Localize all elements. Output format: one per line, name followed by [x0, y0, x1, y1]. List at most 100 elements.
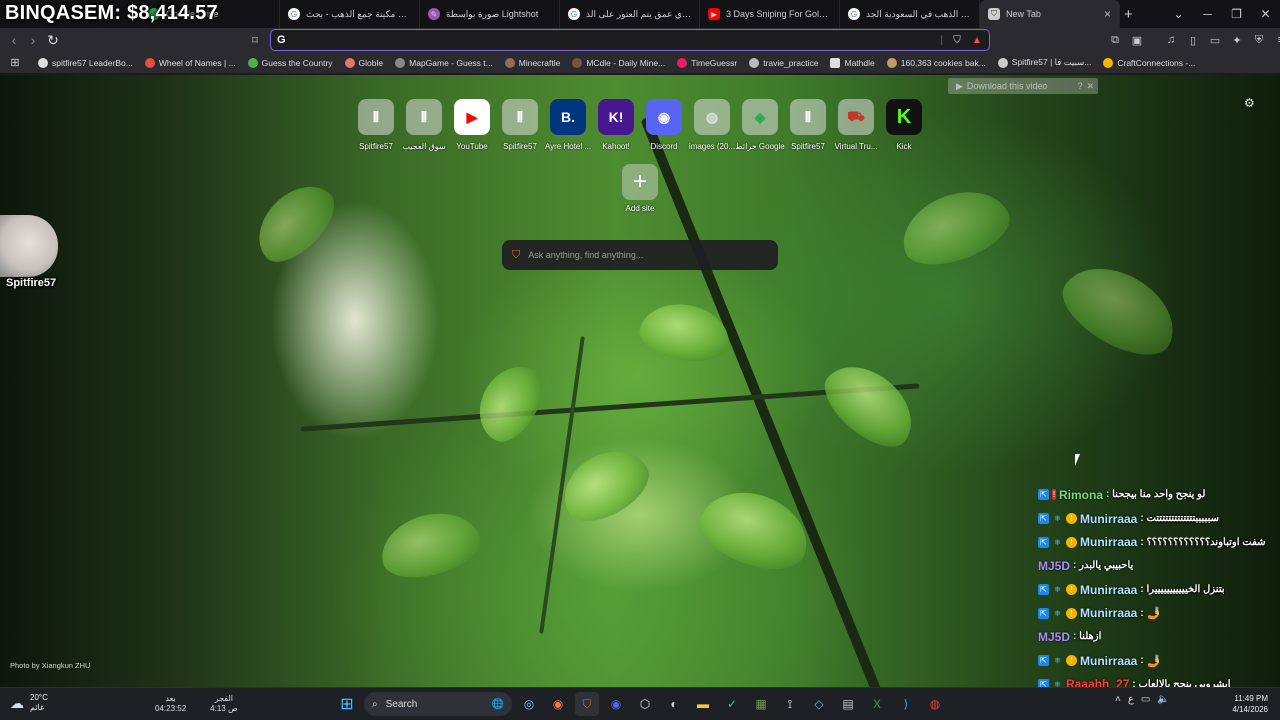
brave-icon[interactable]: ⛉	[575, 692, 599, 716]
calculator-icon[interactable]: ▤	[836, 692, 860, 716]
bookmark-favicon-icon	[38, 57, 48, 68]
brave-rewards-icon[interactable]: ▲	[971, 34, 983, 46]
shortcut-spitfire57[interactable]: ⫴ Spitfire57	[784, 99, 832, 151]
windows-start-icon[interactable]: ⊞	[335, 692, 359, 716]
photo-credit[interactable]: Photo by Xiangkun ZHU	[10, 661, 90, 670]
add-shortcut-button[interactable]: + Add site	[620, 164, 660, 213]
shortcut-discord[interactable]: ◉ Discord	[640, 99, 688, 151]
tab-google-search-gold-machine[interactable]: G مكينة جمع الذهب - بحث Google	[280, 0, 420, 28]
sidebar-icon[interactable]: ▯	[1184, 30, 1202, 50]
bookmark-item[interactable]: travie_practice	[749, 57, 819, 68]
github-copilot-icon[interactable]: ⟟	[778, 692, 802, 716]
extensions-icon[interactable]: ⧉	[1106, 30, 1124, 50]
bookmark-item[interactable]: Globle	[344, 57, 383, 68]
bookmark-item[interactable]: Minecraftle	[504, 57, 560, 68]
tab-title: صورة بواسطة Lightshot	[446, 8, 539, 19]
dev-app-icon[interactable]: ◇	[807, 692, 831, 716]
shortcut-google-maps[interactable]: ◆ خرائط Google	[735, 99, 785, 151]
tab-new-tab[interactable]: ⛉ New Tab ×	[980, 0, 1120, 28]
gear-icon[interactable]: ⚙	[1244, 96, 1255, 110]
search-icon: ⌕	[372, 698, 378, 710]
kick-badge-icon: ⇱	[1038, 655, 1049, 667]
close-icon[interactable]: ✕	[1086, 81, 1094, 92]
shortcut-spitfire57[interactable]: ⫴ Spitfire57	[496, 99, 544, 151]
steam-icon[interactable]: ◐	[662, 692, 686, 716]
chrome-icon[interactable]: ◍	[923, 692, 947, 716]
vs-code-insiders-icon[interactable]: ✓	[720, 692, 744, 716]
bookmark-item[interactable]: MCdle - Daily Mine...	[572, 57, 665, 68]
obs-icon[interactable]: ⬡	[633, 692, 657, 716]
close-tab-icon[interactable]: ×	[1104, 7, 1111, 21]
screenshot-icon[interactable]: ▣	[1128, 30, 1146, 50]
close-window-icon[interactable]: ✕	[1251, 0, 1280, 28]
bookmark-item[interactable]: MapGame - Guess t...	[395, 57, 493, 68]
shortcut-kahoot[interactable]: K! Kahoot!	[592, 99, 640, 151]
taskbar-search[interactable]: ⌕ Search 🌐	[364, 692, 512, 716]
wallet-icon[interactable]: ▭	[1206, 30, 1224, 50]
bookmark-item[interactable]: Guess the Country	[247, 57, 333, 68]
shortcut-youtube[interactable]: ▶ YouTube	[448, 99, 496, 151]
help-icon[interactable]: ?	[1077, 81, 1082, 91]
shortcut-booking[interactable]: B. Ayre Hotel ...	[544, 99, 592, 151]
volume-icon[interactable]: 🔈	[1157, 694, 1169, 705]
kick-badge-icon: ⇱	[1038, 489, 1049, 501]
apps-grid-icon[interactable]: ⊞	[6, 56, 24, 69]
weather-widget[interactable]: ☁ 20°C غائم	[10, 693, 48, 713]
bookmark-item[interactable]: Mathdle	[830, 57, 875, 68]
copilot-icon[interactable]: ◎	[517, 692, 541, 716]
forward-icon[interactable]: ›	[23, 30, 43, 50]
bookmark-item[interactable]: Spitfire57 | سبيت فا...	[997, 57, 1091, 68]
bookmark-label: CraftConnections -...	[1117, 57, 1196, 68]
bookmark-item[interactable]: CraftConnections -...	[1103, 57, 1196, 68]
address-bar[interactable]: G | ⛉ ▲	[270, 29, 990, 51]
tab-lightshot[interactable]: ✎ صورة بواسطة Lightshot	[420, 0, 560, 28]
shortcut-souq[interactable]: ⫴ سوق العجيب	[400, 99, 448, 151]
new-tab-button[interactable]: +	[1124, 6, 1133, 23]
prayer-times-widget[interactable]: بعد 04:23:52 الفجر 4:13 ص	[155, 694, 238, 714]
shortcut-kick[interactable]: K Kick	[880, 99, 928, 151]
tab-search-icon[interactable]: ⌄	[1164, 0, 1193, 28]
firefox-icon[interactable]: ◉	[546, 692, 570, 716]
tab-google-search-depth[interactable]: G على اي عمق يتم العثور على الذ	[560, 0, 700, 28]
discord-icon[interactable]: ◉	[604, 692, 628, 716]
minecraft-icon[interactable]: ▦	[749, 692, 773, 716]
shortcut-spitfire57[interactable]: ⫴ Spitfire57	[352, 99, 400, 151]
system-clock[interactable]: 11:49 PM 4/14/2026	[1222, 693, 1268, 715]
menu-icon[interactable]: ≡	[1272, 30, 1280, 50]
shortcut-virtual-trucker[interactable]: ⛟ Virtual Tru...	[832, 99, 880, 151]
excel-icon[interactable]: X	[865, 692, 889, 716]
brave-shield-icon[interactable]: ⛉	[951, 34, 963, 46]
bookmark-item[interactable]: Wheel of Names | ...	[144, 57, 236, 68]
tab-youtube-sniping[interactable]: ▶ 3 Days Sniping For Gold And	[700, 0, 840, 28]
file-explorer-icon[interactable]: ▬	[691, 692, 715, 716]
bookmark-item[interactable]: 160,363 cookies bak...	[886, 57, 986, 68]
vs-code-icon[interactable]: ⟩	[894, 692, 918, 716]
network-icon[interactable]: ▭	[1141, 694, 1150, 705]
media-icon[interactable]: ♫	[1162, 30, 1180, 50]
minimize-icon[interactable]: ─	[1193, 0, 1222, 28]
download-video-button[interactable]: ▶ Download this video ? ✕	[948, 78, 1098, 94]
cloud-icon: ☁	[10, 694, 24, 711]
leo-ai-icon[interactable]: ✦	[1228, 30, 1246, 50]
search-box[interactable]: ⛉	[502, 240, 778, 270]
restore-icon[interactable]: ❐	[1222, 0, 1251, 28]
bookmark-favicon-icon	[677, 57, 688, 68]
bookmarks-bar: ⊞ spitfire57 LeaderBo... Wheel of Names …	[0, 52, 1280, 74]
bookmark-icon[interactable]: ⌑	[245, 30, 265, 50]
bookmark-item[interactable]: spitfire57 LeaderBo...	[38, 57, 133, 68]
bookmark-item[interactable]: TimeGuessr	[677, 57, 737, 68]
chat-overlay: ⇱! Rimona: لو ينجح واحد منا بيجحنا ⇱ ❄! Mun…	[1038, 483, 1280, 687]
search-input[interactable]	[528, 250, 768, 260]
tab-list: Google Drive Gمكينة جمع الذهب - بحث Goog…	[140, 0, 1120, 28]
bookmark-label: travie_practice	[763, 57, 819, 68]
vpn-icon[interactable]: ⛨	[1250, 30, 1268, 50]
address-input[interactable]	[291, 34, 941, 46]
sub-badge-icon: !	[1066, 655, 1077, 667]
back-icon[interactable]: ‹	[4, 30, 24, 50]
shortcut-images[interactable]: ◍ images (20...	[688, 99, 736, 151]
shortcut-label: Discord	[650, 142, 678, 151]
reload-icon[interactable]: ↻	[43, 30, 63, 50]
language-indicator[interactable]: ع	[1128, 694, 1134, 705]
chevron-up-icon[interactable]: ˄	[1115, 694, 1121, 705]
tab-gold-store[interactable]: G متجر الذهب في السعودية الجد	[840, 0, 980, 28]
